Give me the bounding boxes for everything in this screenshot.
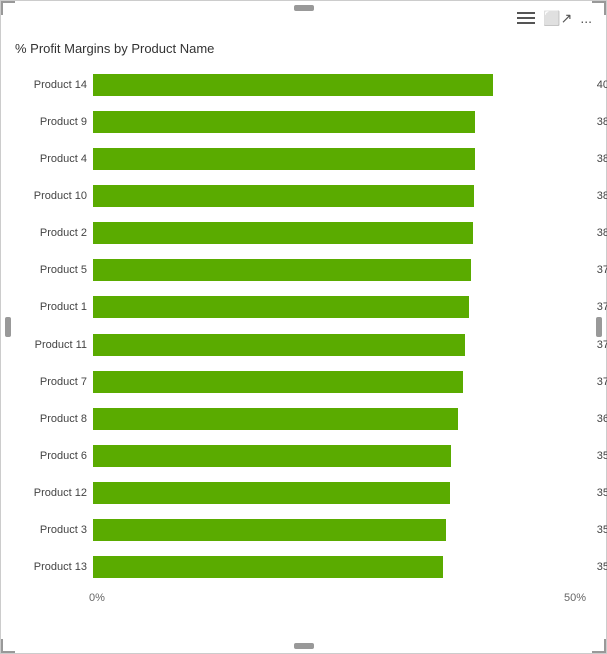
bar-fill <box>93 185 474 207</box>
bar-track: 37.9% <box>93 259 592 281</box>
chart-container: ⬜↗ ... % Profit Margins by Product Name … <box>0 0 607 654</box>
bar-value: 38.3% <box>597 116 607 128</box>
bar-label: Product 13 <box>15 561 87 573</box>
bar-row: Product 2 38.1% <box>15 215 592 252</box>
bar-fill <box>93 371 463 393</box>
bar-track: 38.3% <box>93 111 592 133</box>
bar-row: Product 1 37.7% <box>15 289 592 326</box>
bar-row: Product 12 35.8% <box>15 475 592 512</box>
bar-value: 38.3% <box>597 153 607 165</box>
bar-track: 37.7% <box>93 296 592 318</box>
bar-track: 38.1% <box>93 222 592 244</box>
bar-label: Product 8 <box>15 413 87 425</box>
bar-track: 38.3% <box>93 148 592 170</box>
bar-value: 35.1% <box>597 561 607 573</box>
bar-fill <box>93 148 475 170</box>
bar-row: Product 9 38.3% <box>15 103 592 140</box>
bar-track: 40.1% <box>93 74 592 96</box>
bar-label: Product 10 <box>15 190 87 202</box>
bar-label: Product 2 <box>15 227 87 239</box>
bar-fill <box>93 111 475 133</box>
bar-fill <box>93 334 465 356</box>
bar-track: 37.3% <box>93 334 592 356</box>
menu-button[interactable] <box>517 12 535 24</box>
bar-track: 35.1% <box>93 556 592 578</box>
bar-row: Product 10 38.2% <box>15 177 592 214</box>
bar-label: Product 14 <box>15 79 87 91</box>
resize-handle-tl[interactable] <box>1 1 15 15</box>
bar-value: 37.9% <box>597 264 607 276</box>
bar-track: 35.8% <box>93 482 592 504</box>
chart-area: Product 14 40.1% Product 9 38.3% Product 4 38… <box>11 66 596 586</box>
bar-fill <box>93 74 493 96</box>
bar-fill <box>93 519 446 541</box>
bar-label: Product 3 <box>15 524 87 536</box>
bar-fill <box>93 482 450 504</box>
bar-label: Product 11 <box>15 339 87 351</box>
bar-row: Product 3 35.4% <box>15 512 592 549</box>
resize-handle-br[interactable] <box>592 639 606 653</box>
bar-fill <box>93 259 471 281</box>
resize-handle-bottom[interactable] <box>294 643 314 649</box>
bar-label: Product 6 <box>15 450 87 462</box>
bar-row: Product 7 37.1% <box>15 363 592 400</box>
bar-fill <box>93 445 451 467</box>
bar-fill <box>93 408 458 430</box>
bar-fill <box>93 556 443 578</box>
bar-track: 37.1% <box>93 371 592 393</box>
bar-track: 36.6% <box>93 408 592 430</box>
bar-row: Product 13 35.1% <box>15 549 592 586</box>
bar-value: 37.3% <box>597 339 607 351</box>
bar-label: Product 9 <box>15 116 87 128</box>
bar-label: Product 1 <box>15 301 87 313</box>
bar-row: Product 14 40.1% <box>15 66 592 103</box>
bar-label: Product 4 <box>15 153 87 165</box>
resize-handle-bl[interactable] <box>1 639 15 653</box>
bar-value: 36.6% <box>597 413 607 425</box>
x-axis: 0% 50% <box>89 592 586 604</box>
bar-fill <box>93 296 469 318</box>
bar-row: Product 11 37.3% <box>15 326 592 363</box>
resize-handle-top[interactable] <box>294 5 314 11</box>
bar-label: Product 7 <box>15 376 87 388</box>
resize-handle-tr[interactable] <box>592 1 606 15</box>
expand-button[interactable]: ⬜↗ <box>543 11 572 25</box>
bar-value: 38.2% <box>597 190 607 202</box>
bar-track: 38.2% <box>93 185 592 207</box>
bar-value: 35.8% <box>597 487 607 499</box>
bar-value: 35.9% <box>597 450 607 462</box>
bar-value: 40.1% <box>597 79 607 91</box>
x-axis-min: 0% <box>89 592 105 604</box>
bar-row: Product 6 35.9% <box>15 437 592 474</box>
bar-label: Product 12 <box>15 487 87 499</box>
x-axis-max: 50% <box>564 592 586 604</box>
bar-row: Product 5 37.9% <box>15 252 592 289</box>
chart-toolbar: ⬜↗ ... <box>517 11 592 25</box>
bar-row: Product 4 38.3% <box>15 140 592 177</box>
bar-track: 35.4% <box>93 519 592 541</box>
bar-label: Product 5 <box>15 264 87 276</box>
bar-value: 37.7% <box>597 301 607 313</box>
bar-fill <box>93 222 473 244</box>
bar-row: Product 8 36.6% <box>15 400 592 437</box>
bar-value: 38.1% <box>597 227 607 239</box>
resize-handle-right[interactable] <box>596 317 602 337</box>
bar-value: 35.4% <box>597 524 607 536</box>
bar-value: 37.1% <box>597 376 607 388</box>
bar-track: 35.9% <box>93 445 592 467</box>
chart-title: % Profit Margins by Product Name <box>15 41 596 56</box>
more-options-button[interactable]: ... <box>580 11 592 25</box>
